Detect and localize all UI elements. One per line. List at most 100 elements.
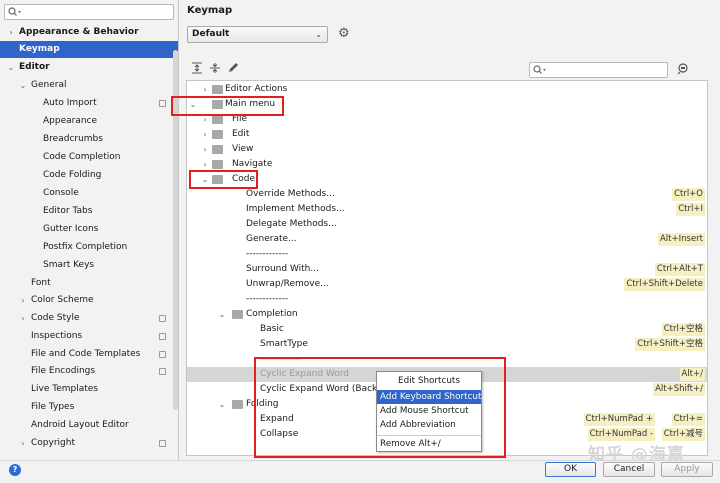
keymap-scheme-value: Default — [192, 29, 230, 39]
tree-row-label: Completion — [246, 309, 298, 319]
tree-row-basic[interactable]: Basic Ctrl+空格 — [187, 322, 707, 337]
tree-row-label: Generate... — [246, 234, 297, 244]
collapse-all-icon[interactable] — [208, 62, 222, 76]
sidebar-item-general[interactable]: ⌄ General — [0, 77, 170, 94]
ok-button[interactable]: OK — [545, 462, 596, 477]
tree-row-view[interactable]: › View — [187, 142, 707, 157]
find-by-shortcut-icon[interactable] — [677, 63, 689, 78]
sidebar-item-code-style[interactable]: › Code Style — [0, 310, 170, 327]
tree-row-label: Implement Methods... — [246, 204, 345, 214]
tree-row-surround-with[interactable]: Surround With... Ctrl+Alt+T — [187, 262, 707, 277]
shortcut-badge: Alt+Shift+/ — [653, 383, 705, 396]
project-scope-icon — [159, 368, 166, 375]
tree-row-implement-methods[interactable]: Implement Methods... Ctrl+I — [187, 202, 707, 217]
tree-row-generate[interactable]: Generate... Alt+Insert — [187, 232, 707, 247]
tree-row-separator: ------------- — [187, 247, 707, 262]
gear-icon[interactable]: ⚙ — [338, 27, 350, 41]
tree-row-edit[interactable]: › Edit — [187, 127, 707, 142]
chevron-down-icon: ⌄ — [19, 81, 27, 90]
tree-row-label: Override Methods... — [246, 189, 335, 199]
cancel-button[interactable]: Cancel — [603, 462, 655, 477]
shortcut-badge: Ctrl+O — [672, 188, 705, 201]
search-icon — [8, 7, 21, 16]
sidebar-item-label: File Types — [31, 402, 75, 412]
shortcut-badge: Ctrl+空格 — [661, 323, 705, 336]
sidebar-item-file-code-templates[interactable]: File and Code Templates — [0, 346, 170, 363]
sidebar-item-console[interactable]: Console — [0, 185, 170, 202]
shortcut-badge: Ctrl+= — [671, 413, 705, 426]
settings-search-input[interactable] — [4, 4, 174, 20]
help-icon[interactable]: ? — [9, 464, 21, 476]
sidebar-item-gutter-icons[interactable]: Gutter Icons — [0, 221, 170, 238]
tree-row-separator: ------------- — [187, 292, 707, 307]
sidebar-item-postfix-completion[interactable]: Postfix Completion — [0, 239, 170, 256]
sidebar-item-live-templates[interactable]: Live Templates — [0, 381, 170, 398]
settings-sidebar: › Appearance & Behavior Keymap ⌄ Editor … — [0, 0, 179, 460]
shortcut-badge: Ctrl+NumPad + — [583, 413, 655, 426]
sidebar-item-label: Editor — [19, 62, 50, 72]
sidebar-item-keymap[interactable]: Keymap — [0, 41, 178, 58]
sidebar-item-code-completion[interactable]: Code Completion — [0, 149, 170, 166]
sidebar-item-breadcrumbs[interactable]: Breadcrumbs — [0, 131, 170, 148]
sidebar-item-label: Postfix Completion — [43, 242, 128, 252]
tree-row-label: Edit — [232, 129, 250, 139]
sidebar-item-copyright[interactable]: › Copyright — [0, 435, 170, 452]
apply-button[interactable]: Apply — [661, 462, 713, 477]
expand-all-icon[interactable] — [190, 62, 204, 76]
chevron-down-icon: ⌄ — [315, 30, 322, 39]
sidebar-item-label: File Encodings — [31, 366, 96, 376]
tree-row-label: Surround With... — [246, 264, 319, 274]
sidebar-item-android-layout-editor[interactable]: Android Layout Editor — [0, 417, 170, 434]
folder-icon — [232, 310, 243, 319]
sidebar-item-file-encodings[interactable]: File Encodings — [0, 363, 170, 380]
tree-row-code[interactable]: ⌄ Code — [187, 172, 707, 187]
sidebar-item-appearance[interactable]: Appearance — [0, 113, 170, 130]
tree-row-completion[interactable]: ⌄ Completion — [187, 307, 707, 322]
chevron-down-icon: ⌄ — [7, 63, 15, 72]
tree-row-delegate-methods[interactable]: Delegate Methods... — [187, 217, 707, 232]
annotation-box-main-menu — [171, 96, 284, 116]
search-icon — [533, 65, 546, 74]
tree-row-override-methods[interactable]: Override Methods... Ctrl+O — [187, 187, 707, 202]
sidebar-item-auto-import[interactable]: Auto Import — [0, 95, 170, 112]
tree-row-smarttype[interactable]: SmartType Ctrl+Shift+空格 — [187, 337, 707, 352]
action-filter-input[interactable] — [529, 62, 668, 78]
sidebar-item-appearance-behavior[interactable]: › Appearance & Behavior — [0, 24, 170, 41]
sidebar-item-label: Console — [43, 188, 79, 198]
sidebar-item-smart-keys[interactable]: Smart Keys — [0, 257, 170, 274]
chevron-right-icon: › — [21, 439, 25, 448]
tree-row-label: Basic — [260, 324, 284, 334]
tree-row-label: Editor Actions — [225, 84, 288, 94]
sidebar-item-color-scheme[interactable]: › Color Scheme — [0, 292, 170, 309]
page-title: Keymap — [187, 5, 233, 16]
tree-row-label: View — [232, 144, 254, 154]
sidebar-item-label: Auto Import — [43, 98, 97, 108]
keymap-scheme-select[interactable]: Default ⌄ — [187, 26, 328, 43]
sidebar-item-editor[interactable]: ⌄ Editor — [0, 59, 170, 76]
dialog-footer: ? OK Cancel Apply — [0, 460, 720, 483]
sidebar-item-file-types[interactable]: File Types — [0, 399, 170, 416]
folder-icon — [212, 160, 223, 169]
project-scope-icon — [159, 351, 166, 358]
sidebar-item-font[interactable]: Font — [0, 275, 170, 292]
sidebar-item-label: Appearance — [43, 116, 98, 126]
chevron-down-icon: ⌄ — [218, 310, 226, 319]
sidebar-item-inspections[interactable]: Inspections — [0, 328, 170, 345]
sidebar-item-editor-tabs[interactable]: Editor Tabs — [0, 203, 170, 220]
sidebar-item-code-folding[interactable]: Code Folding — [0, 167, 170, 184]
tree-row-label: ------------- — [246, 294, 289, 304]
sidebar-item-label: Appearance & Behavior — [19, 27, 139, 37]
chevron-right-icon: › — [203, 145, 207, 154]
sidebar-item-label: Code Style — [31, 313, 80, 323]
sidebar-item-label: Android Layout Editor — [31, 420, 129, 430]
tree-row-editor-actions[interactable]: › Editor Actions — [187, 82, 707, 97]
edit-pencil-icon[interactable] — [226, 62, 240, 76]
sidebar-item-label: Live Templates — [31, 384, 98, 394]
chevron-right-icon: › — [203, 85, 207, 94]
sidebar-item-label: Font — [31, 278, 51, 288]
tree-row-unwrap-remove[interactable]: Unwrap/Remove... Ctrl+Shift+Delete — [187, 277, 707, 292]
tree-row-navigate[interactable]: › Navigate — [187, 157, 707, 172]
shortcut-badge: Ctrl+Shift+Delete — [624, 278, 705, 291]
tree-row-label: ------------- — [246, 249, 289, 259]
project-scope-icon — [159, 100, 166, 107]
